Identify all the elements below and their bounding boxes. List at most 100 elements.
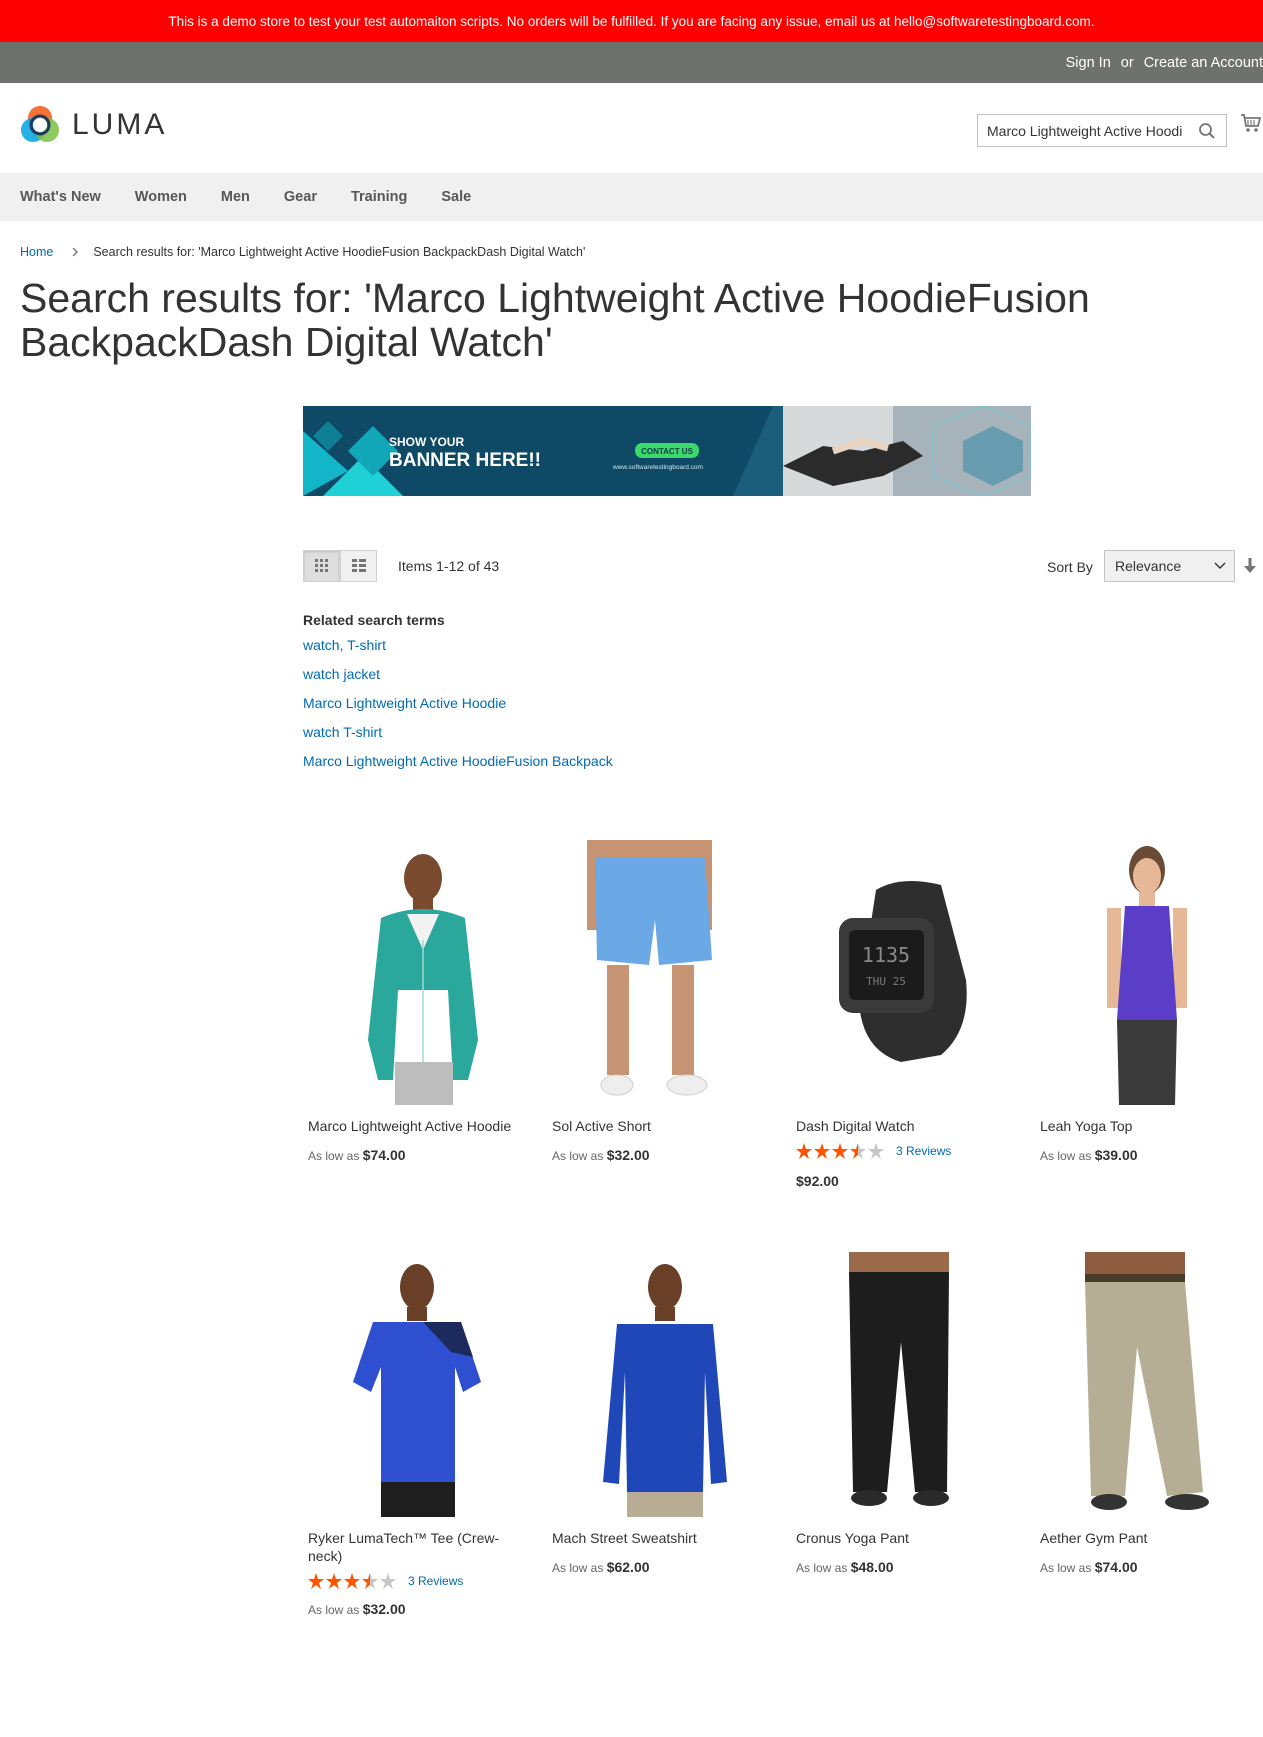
product-name-link[interactable]: Mach Street Sweatshirt <box>547 1529 767 1547</box>
product-item[interactable]: Sol Active Short As low as $32.00 <box>547 840 767 1163</box>
price-prefix: As low as <box>796 1561 848 1575</box>
product-image-watch[interactable]: 1135 THU 25 <box>791 840 1011 1105</box>
view-mode-switch <box>303 550 377 582</box>
page-title: Search results for: 'Marco Lightweight A… <box>20 275 1090 365</box>
products-toolbar: Items 1-12 of 43 Sort By Relevance <box>303 550 1263 584</box>
product-image-tee[interactable] <box>303 1252 523 1517</box>
promo-banner[interactable]: SHOW YOUR BANNER HERE!! CONTACT US www.s… <box>303 406 1031 496</box>
product-image-yoga-top[interactable] <box>1035 840 1255 1105</box>
nav-item-women[interactable]: Women <box>135 189 187 205</box>
demo-notice-text: This is a demo store to test your test a… <box>168 13 1095 29</box>
banner-cta: CONTACT US <box>641 447 694 456</box>
nav-item-men[interactable]: Men <box>221 189 250 205</box>
product-name-link[interactable]: Dash Digital Watch <box>791 1117 1011 1135</box>
grid-icon <box>314 559 328 572</box>
product-price: As low as $39.00 <box>1035 1147 1255 1163</box>
product-price: As low as $32.00 <box>303 1601 523 1617</box>
product-price: As low as $32.00 <box>547 1147 767 1163</box>
logo-text: LUMA <box>72 108 168 141</box>
list-view-button[interactable] <box>340 550 377 582</box>
reviews-link[interactable]: 3 Reviews <box>408 1574 463 1588</box>
chevron-down-icon <box>1214 562 1226 569</box>
product-image-sweatshirt[interactable] <box>547 1252 767 1517</box>
nav-item-whats-new[interactable]: What's New <box>20 189 101 205</box>
product-name-link[interactable]: Leah Yoga Top <box>1035 1117 1255 1135</box>
price-prefix: As low as <box>308 1603 360 1617</box>
product-image-gym-pant[interactable] <box>1035 1252 1255 1517</box>
sort-direction-arrow-icon[interactable] <box>1244 558 1256 574</box>
product-image-short[interactable] <box>547 840 767 1105</box>
related-term-link[interactable]: watch T-shirt <box>303 725 613 754</box>
breadcrumb-chevron-icon <box>72 247 79 257</box>
rating-stars-icon <box>796 1143 884 1159</box>
product-image-hoodie[interactable] <box>303 840 523 1105</box>
price-prefix: As low as <box>1040 1561 1092 1575</box>
product-item[interactable]: Marco Lightweight Active Hoodie As low a… <box>303 840 523 1163</box>
nav-item-sale[interactable]: Sale <box>441 189 471 205</box>
related-term-link[interactable]: Marco Lightweight Active Hoodie <box>303 696 613 725</box>
product-price: As low as $74.00 <box>1035 1559 1255 1575</box>
price-value: $32.00 <box>606 1147 650 1163</box>
product-name-link[interactable]: Ryker LumaTech™ Tee (Crew-neck) <box>303 1529 523 1565</box>
svg-text:1135: 1135 <box>862 943 910 967</box>
cart-icon[interactable] <box>1240 113 1262 133</box>
price-value: $74.00 <box>362 1147 406 1163</box>
logo[interactable]: LUMA <box>20 105 167 145</box>
product-rating: 3 Reviews <box>303 1573 523 1589</box>
product-item[interactable]: Ryker LumaTech™ Tee (Crew-neck) 3 Review… <box>303 1252 523 1617</box>
rating-stars-icon <box>308 1573 396 1589</box>
product-image-yoga-pant[interactable] <box>791 1252 1011 1517</box>
create-account-link[interactable]: Create an Account <box>1144 55 1263 71</box>
main-nav: What's New Women Men Gear Training Sale <box>0 173 1263 221</box>
product-item[interactable]: Leah Yoga Top As low as $39.00 <box>1035 840 1255 1163</box>
related-term-link[interactable]: watch jacket <box>303 667 613 696</box>
site-header: LUMA <box>0 83 1263 173</box>
price-prefix: As low as <box>1040 1149 1092 1163</box>
price-prefix: As low as <box>552 1561 604 1575</box>
demo-notice-bar: This is a demo store to test your test a… <box>0 0 1263 42</box>
svg-text:THU 25: THU 25 <box>866 975 906 988</box>
price-value: $62.00 <box>606 1559 650 1575</box>
product-name-link[interactable]: Sol Active Short <box>547 1117 767 1135</box>
search-input[interactable] <box>978 115 1188 146</box>
product-name-link[interactable]: Cronus Yoga Pant <box>791 1529 1011 1547</box>
list-icon <box>351 559 366 572</box>
banner-graphic: SHOW YOUR BANNER HERE!! CONTACT US www.s… <box>303 406 1031 496</box>
sign-in-link[interactable]: Sign In <box>1066 55 1111 71</box>
price-prefix: As low as <box>308 1149 360 1163</box>
product-item[interactable]: Cronus Yoga Pant As low as $48.00 <box>791 1252 1011 1575</box>
product-rating: 3 Reviews <box>791 1143 1011 1159</box>
nav-item-gear[interactable]: Gear <box>284 189 317 205</box>
breadcrumb-current: Search results for: 'Marco Lightweight A… <box>93 245 586 259</box>
nav-item-training[interactable]: Training <box>351 189 407 205</box>
luma-logo-icon <box>21 106 59 142</box>
related-term-link[interactable]: watch, T-shirt <box>303 638 613 667</box>
price-value: $92.00 <box>796 1173 839 1189</box>
related-terms-title: Related search terms <box>303 612 445 628</box>
product-item[interactable]: Aether Gym Pant As low as $74.00 <box>1035 1252 1255 1575</box>
related-search-terms: Related search terms watch, T-shirt watc… <box>303 612 613 783</box>
or-text: or <box>1120 54 1134 71</box>
sort-select[interactable]: Relevance <box>1104 550 1235 582</box>
product-name-link[interactable]: Marco Lightweight Active Hoodie <box>303 1117 523 1135</box>
items-count: Items 1-12 of 43 <box>398 558 500 574</box>
header-links-bar: Sign In or Create an Account <box>0 42 1263 83</box>
search-icon[interactable] <box>1198 122 1216 140</box>
related-term-link[interactable]: Marco Lightweight Active HoodieFusion Ba… <box>303 754 613 783</box>
product-price: As low as $48.00 <box>791 1559 1011 1575</box>
reviews-link[interactable]: 3 Reviews <box>896 1144 951 1158</box>
price-value: $39.00 <box>1094 1147 1138 1163</box>
price-value: $74.00 <box>1094 1559 1138 1575</box>
search-box <box>977 114 1227 147</box>
banner-line2: BANNER HERE!! <box>389 450 541 471</box>
product-item[interactable]: Mach Street Sweatshirt As low as $62.00 <box>547 1252 767 1575</box>
grid-view-button[interactable] <box>303 550 340 582</box>
product-price: As low as $74.00 <box>303 1147 523 1163</box>
price-prefix: As low as <box>552 1149 604 1163</box>
product-item[interactable]: 1135 THU 25 Dash Digital Watch 3 Reviews… <box>791 840 1011 1189</box>
price-value: $48.00 <box>850 1559 894 1575</box>
product-name-link[interactable]: Aether Gym Pant <box>1035 1529 1255 1547</box>
breadcrumb: Home Search results for: 'Marco Lightwei… <box>20 245 585 259</box>
product-price: As low as $62.00 <box>547 1559 767 1575</box>
breadcrumb-home-link[interactable]: Home <box>20 245 53 259</box>
